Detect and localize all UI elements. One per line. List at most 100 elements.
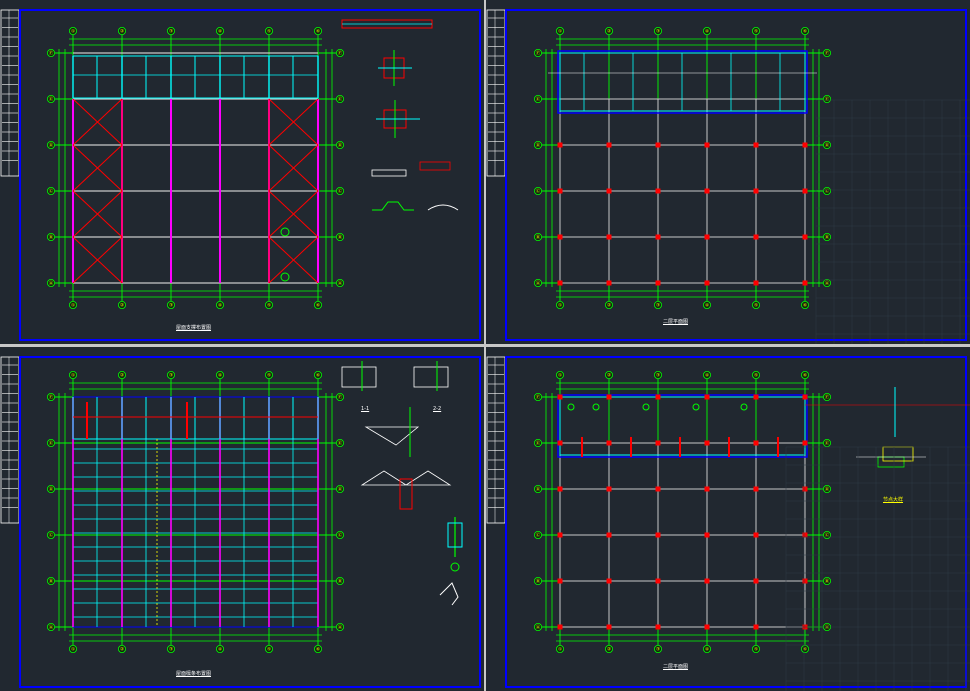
column-base [606,486,612,492]
column-base [606,142,612,148]
column-base [802,142,808,148]
axis-bubble-right-label: Ⓐ [338,624,343,631]
axis-bubble-bottom-label: ⑥ [803,647,807,653]
viewport-bottom-right[interactable]: ① ① ② ② ③ ③ ④ ④ ⑤ ⑤ ⑥ ⑥ Ⓕ Ⓕ Ⓔ Ⓔ Ⓓ Ⓓ Ⓒ Ⓒ Ⓑ Ⓑ Ⓐ Ⓐ [486,347,970,691]
column-base [802,532,808,538]
section-detail-2 [413,366,449,388]
axis-bubble-bottom-label: ⑤ [267,647,271,653]
viewport-caption-bottom-right: 二层平面图 [663,664,689,670]
callout-circle [592,403,600,411]
column-base [655,532,661,538]
column-base [704,578,710,584]
axis-bubble-top-label: ④ [705,373,709,379]
axis-bubble-bottom-label: ⑥ [316,303,320,309]
axis-bubble-left-label: Ⓑ [49,234,54,241]
axis-bubble-top-label: ④ [705,29,709,35]
axis-bubble-right-label: Ⓓ [825,142,830,149]
axis-bubble-left-label: Ⓒ [49,188,54,195]
column-base [557,234,563,240]
column-base [753,532,759,538]
axis-bubble-top-label: ② [120,373,124,379]
viewport-top-left[interactable]: ① ① ② ② ③ ③ ④ ④ ⑤ ⑤ ⑥ ⑥ Ⓕ Ⓕ Ⓔ Ⓔ Ⓓ Ⓓ Ⓒ Ⓒ Ⓑ Ⓑ Ⓐ Ⓐ [0,0,484,344]
column-base [655,280,661,286]
viewport-caption-bottom-left: 屋面檩条布置图 [176,671,212,677]
axis-bubble-right-label: Ⓕ [338,50,343,57]
axis-bubble-bottom-label: ④ [705,647,709,653]
drawing-sheet: ①①②②③③④④⑤⑤⑥⑥Ⓕ ⒻⒺ ⒺⒹ ⒹⒸ ⒸⒷ ⒷⒶ Ⓐ [0,9,481,341]
axis-bubble-left-label: Ⓔ [49,96,54,103]
axis-bubble-right-label: Ⓔ [338,440,343,447]
column-base [655,234,661,240]
axis-bubble-top-label: ② [120,29,124,35]
drawing-sheet: ①①②②③③④④⑤⑤⑥⑥Ⓕ ⒻⒺ ⒺⒹ ⒹⒸ ⒸⒷ ⒷⒶ Ⓐ [486,356,970,691]
axis-bubble-bottom-label: ③ [169,647,173,653]
axis-bubble-right-label: Ⓕ [825,50,830,57]
truss-detail [360,470,452,486]
axis-bubble-left-label: Ⓕ [536,50,541,57]
axis-bubble-right-label: Ⓐ [338,280,343,287]
detail-curve [427,204,459,211]
column-base [557,142,563,148]
axis-bubble-bottom-label: ① [71,303,75,309]
axis-bubble-right-label: Ⓕ [825,394,830,401]
axis-bubble-left-label: Ⓑ [536,578,541,585]
callout-circle [692,403,700,411]
column-base [753,188,759,194]
viewport-bottom-left[interactable]: ① ① ② ② ③ ③ ④ ④ ⑤ ⑤ ⑥ ⑥ Ⓕ Ⓕ Ⓔ Ⓔ Ⓓ Ⓓ Ⓒ Ⓒ Ⓑ Ⓑ Ⓐ Ⓐ [0,347,484,691]
axis-bubble-top-label: ⑤ [754,29,758,35]
axis-bubble-top-label: ② [607,373,611,379]
column-base [704,486,710,492]
axis-bubble-left-label: Ⓐ [49,624,54,631]
axis-bubble-bottom-label: ⑤ [754,303,758,309]
section-marker [280,272,290,282]
axis-bubble-right-label: Ⓓ [338,142,343,149]
column-base [753,280,759,286]
axis-bubble-top-label: ① [558,29,562,35]
axis-bubble-left-label: Ⓐ [536,280,541,287]
column-base [606,624,612,630]
axis-bubble-top-label: ⑤ [267,29,271,35]
axis-bubble-top-label: ① [71,29,75,35]
axis-bubble-bottom-label: ③ [656,647,660,653]
axis-bubble-top-label: ③ [656,373,660,379]
column-base [753,234,759,240]
column-base [557,280,563,286]
column-base [704,394,710,400]
axis-bubble-right-label: Ⓔ [825,440,830,447]
section-marker [280,227,290,237]
axis-bubble-bottom-label: ⑥ [803,303,807,309]
axis-bubble-right-label: Ⓔ [825,96,830,103]
column-base [704,440,710,446]
detail-caption: 节点大样 [883,497,904,503]
drawing-frame [505,9,967,341]
column-base [704,624,710,630]
column-base [606,188,612,194]
column-base [655,142,661,148]
callout-circle [740,403,748,411]
axis-bubble-right-label: Ⓐ [825,280,830,287]
axis-bubble-bottom-label: ② [607,647,611,653]
axis-bubble-top-label: ③ [169,373,173,379]
axis-bubble-right-label: Ⓒ [825,532,830,539]
viewport-top-right[interactable]: ① ① ② ② ③ ③ ④ ④ ⑤ ⑤ ⑥ ⑥ Ⓕ Ⓕ Ⓔ Ⓔ Ⓓ Ⓓ Ⓒ Ⓒ Ⓑ Ⓑ Ⓐ Ⓐ [486,0,970,344]
column-base [606,532,612,538]
axis-bubble-left-label: Ⓓ [49,142,54,149]
column-base [655,440,661,446]
column-base [557,578,563,584]
detail-plate [882,446,914,462]
drawing-frame [19,356,481,688]
column-base [557,188,563,194]
viewport-caption-top-left: 屋面支撑布置图 [176,325,212,331]
axis-bubble-bottom-label: ⑤ [754,647,758,653]
axis-bubble-right-label: Ⓓ [825,486,830,493]
detail-ledge [877,456,905,468]
axis-bubble-bottom-label: ① [71,647,75,653]
drawing-frame [505,356,967,688]
axis-bubble-right-label: Ⓒ [338,532,343,539]
column-base [704,234,710,240]
axis-bubble-left-label: Ⓔ [536,96,541,103]
axis-bubble-top-label: ③ [169,29,173,35]
detail-cleat [419,161,451,171]
column-base [802,394,808,400]
detail-profile [439,582,459,606]
